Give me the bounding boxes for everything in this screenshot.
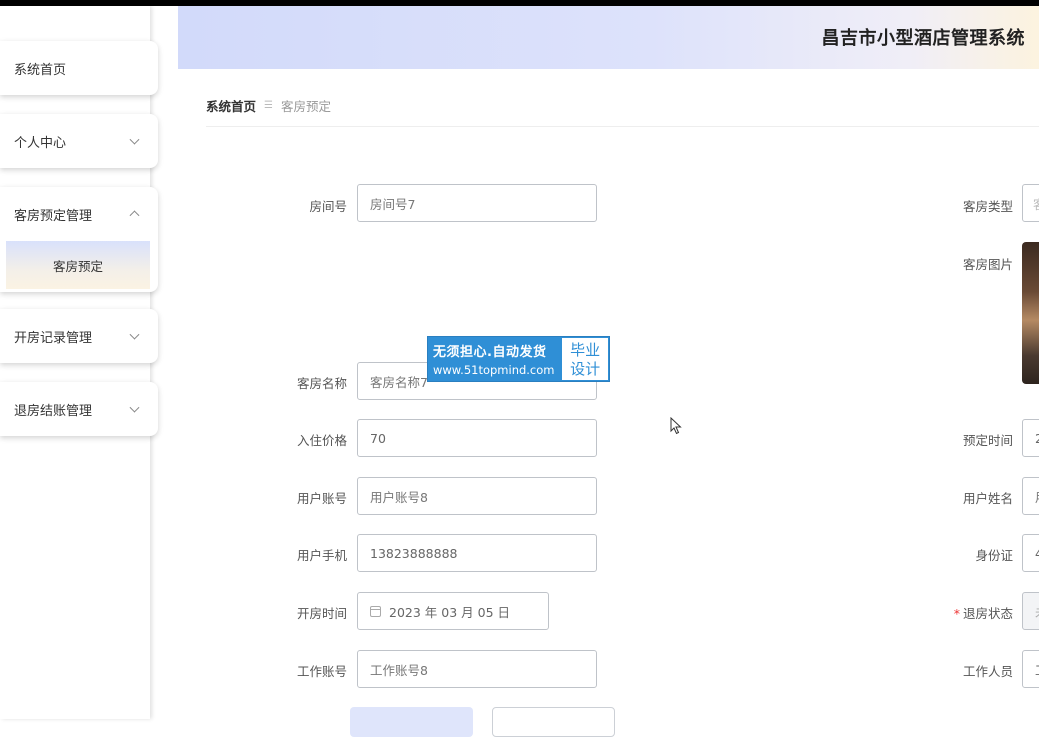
breadcrumb-separator-icon: ☰	[264, 100, 273, 111]
required-asterisk: *	[953, 606, 960, 621]
room-no-label: 房间号	[309, 199, 347, 214]
sidebar-item-label: 退房结账管理	[14, 403, 93, 419]
room-image-label: 客房图片	[962, 257, 1013, 272]
submit-button[interactable]	[350, 707, 473, 737]
sidebar-item-label: 系统首页	[14, 62, 67, 78]
sidebar-item-label: 客房预定管理	[14, 208, 93, 224]
chevron-up-icon	[129, 210, 140, 221]
staff-label: 工作人员	[962, 664, 1013, 679]
room-type-select[interactable]: 客	[1022, 184, 1039, 222]
room-type-label: 客房类型	[962, 199, 1013, 214]
sidebar-item-checkin-records[interactable]: 开房记录管理	[0, 309, 158, 363]
id-card-label: 身份证	[975, 548, 1013, 563]
chevron-down-icon	[129, 134, 140, 145]
sidebar-item-booking-management[interactable]: 客房预定管理	[0, 187, 158, 241]
breadcrumb-current: 客房预定	[280, 99, 331, 114]
app-title: 昌吉市小型酒店管理系统	[821, 28, 1025, 49]
work-account-label: 工作账号	[296, 664, 347, 679]
divider	[206, 126, 1039, 127]
user-name-input[interactable]: 用	[1022, 477, 1039, 515]
user-name-label: 用户姓名	[962, 491, 1013, 506]
sidebar-item-personal-center[interactable]: 个人中心	[0, 114, 158, 168]
chevron-down-icon	[129, 329, 140, 340]
staff-value: 工	[1035, 660, 1039, 679]
watermark-badge-line2: 设计	[570, 360, 601, 378]
id-card-input[interactable]: 4	[1022, 534, 1039, 572]
id-card-value: 4	[1035, 545, 1039, 561]
breadcrumb-home[interactable]: 系统首页	[206, 96, 256, 115]
sidebar-group-booking: 客房预定管理 客房预定	[0, 187, 158, 292]
checkout-status-value: 未	[1035, 602, 1039, 621]
room-name-label: 客房名称	[296, 376, 347, 391]
reserve-time-label: 预定时间	[962, 433, 1013, 448]
watermark-banner: 无须担心.自动发货 www.51topmind.com 毕业 设计	[427, 336, 610, 382]
sidebar-subitem-room-booking[interactable]: 客房预定	[6, 241, 150, 289]
checkin-time-value: 2023 年 03 月 05 日	[389, 604, 510, 620]
chevron-down-icon	[129, 402, 140, 413]
checkout-status-label: * 退房状态	[903, 603, 1013, 622]
room-name-value: 客房名称7	[370, 374, 428, 390]
user-phone-input[interactable]: 13823888888	[357, 534, 597, 572]
breadcrumb: 系统首页 ☰ 客房预定	[206, 96, 331, 115]
watermark-badge: 毕业 设计	[562, 338, 608, 380]
user-phone-value: 13823888888	[370, 545, 458, 561]
sidebar-item-label: 开房记录管理	[14, 330, 93, 346]
work-account-input[interactable]: 工作账号8	[357, 650, 597, 688]
sidebar-item-home[interactable]: 系统首页	[0, 41, 158, 95]
user-account-value: 用户账号8	[370, 489, 428, 505]
work-account-value: 工作账号8	[370, 662, 428, 678]
user-name-value: 用	[1035, 487, 1039, 506]
calendar-icon	[370, 605, 381, 617]
room-no-value: 房间号7	[370, 196, 416, 212]
user-phone-label: 用户手机	[296, 548, 347, 563]
watermark-url: www.51topmind.com	[433, 363, 555, 377]
checkin-time-datepicker[interactable]: 2023 年 03 月 05 日	[357, 592, 549, 630]
checkin-time-label: 开房时间	[296, 606, 347, 621]
user-account-input[interactable]: 用户账号8	[357, 477, 597, 515]
checkout-status-label-text: 退房状态	[962, 606, 1013, 621]
header-banner: 昌吉市小型酒店管理系统	[178, 6, 1039, 69]
user-account-label: 用户账号	[296, 491, 347, 506]
reserve-time-value: 2	[1035, 430, 1039, 446]
room-image[interactable]	[1022, 242, 1039, 384]
price-value: 70	[370, 430, 386, 446]
price-label: 入住价格	[296, 433, 347, 448]
staff-input[interactable]: 工	[1022, 650, 1039, 688]
room-type-value: 客	[1033, 194, 1039, 213]
sidebar-item-checkout-billing[interactable]: 退房结账管理	[0, 382, 158, 436]
price-input[interactable]: 70	[357, 419, 597, 457]
watermark-text: 无须担心.自动发货	[433, 345, 547, 360]
checkout-status-select[interactable]: 未	[1022, 592, 1039, 630]
room-no-input[interactable]: 房间号7	[357, 184, 597, 222]
watermark-badge-line1: 毕业	[570, 341, 601, 359]
sidebar-subitem-label: 客房预定	[52, 258, 103, 274]
cancel-button[interactable]	[492, 707, 615, 737]
reserve-time-input[interactable]: 2	[1022, 419, 1039, 457]
sidebar-item-label: 个人中心	[14, 135, 67, 151]
